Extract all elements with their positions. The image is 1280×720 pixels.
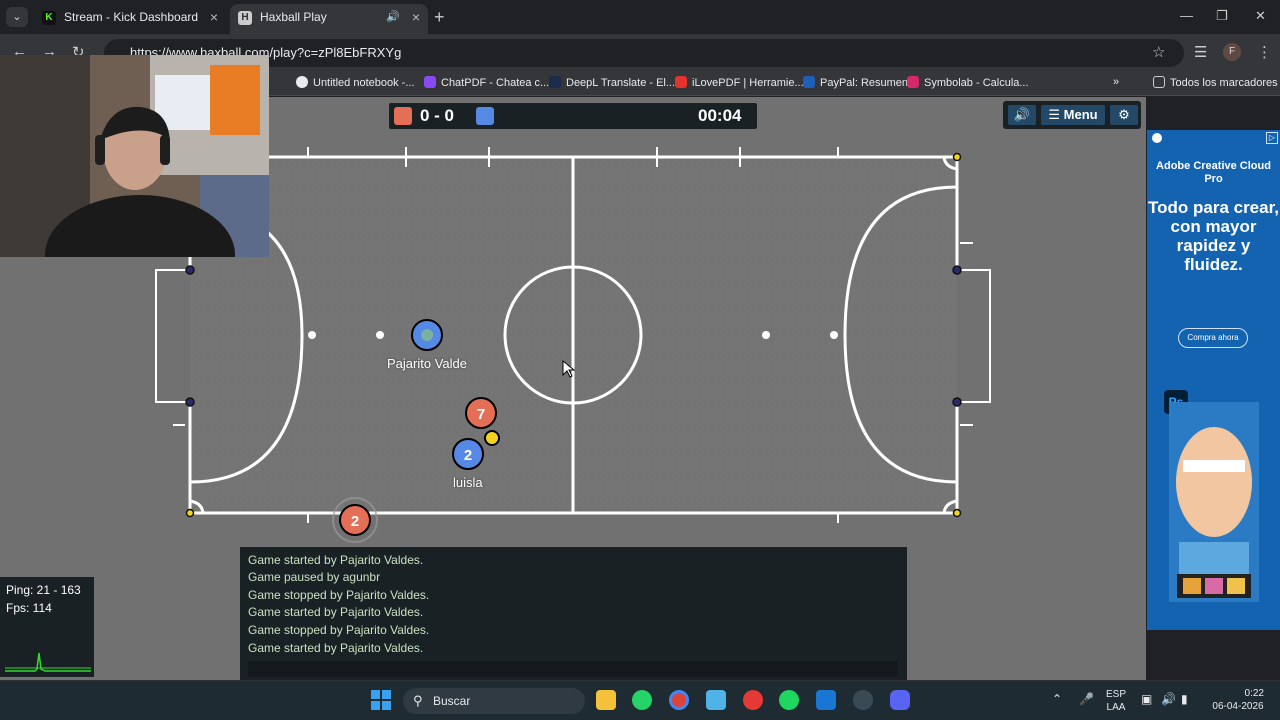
all-bookmarks-folder[interactable]: Todos los marcadores (1153, 76, 1278, 89)
ad-brand: Adobe Creative Cloud Pro (1156, 160, 1271, 185)
network-stats: Ping: 21 - 163 Fps: 114 (0, 577, 94, 677)
bookmark-paypal[interactable]: PayPal: Resumen (803, 76, 908, 89)
player-red-2-self[interactable]: 2 (332, 497, 378, 543)
gear-icon: ⚙ (1118, 107, 1130, 122)
deepl-icon (549, 76, 561, 88)
notepad-icon[interactable] (706, 690, 726, 710)
bookmark-symbolab[interactable]: Symbolab - Calcula... (907, 76, 1029, 89)
adobe-ad-banner[interactable]: ▷ Adobe Creative Cloud Pro Todo para cre… (1147, 130, 1280, 630)
chatpdf-icon (424, 76, 436, 88)
chat-message: Game started by Pajarito Valdes. (248, 553, 424, 567)
chat-message: Game paused by agunbr (248, 570, 381, 584)
taskbar-search[interactable]: ⚲ Buscar (403, 688, 585, 714)
left-goal (155, 269, 190, 403)
folder-icon (1153, 76, 1165, 88)
bookmark-chatpdf[interactable]: ChatPDF - Chatea c... (424, 76, 549, 89)
symbolab-icon (907, 76, 919, 88)
chat-message: Game stopped by Pajarito Valdes. (248, 588, 430, 602)
paypal-icon (803, 76, 815, 88)
network-icon[interactable]: ▣ (1141, 693, 1152, 706)
chat-input[interactable] (248, 661, 898, 677)
tab-search-button[interactable]: ⌄ (6, 7, 28, 27)
right-goal (957, 269, 991, 403)
fps-readout: Fps: 114 (6, 601, 52, 615)
bookmark-star-icon[interactable]: ☆ (1152, 43, 1165, 61)
ball (484, 430, 500, 446)
windows-taskbar: ⚲ Buscar ⌃ 🎤 ESP LAA ▣ 🔊 ▮ 0:22 06-04-20… (0, 680, 1280, 720)
maximize-button[interactable]: ❐ (1216, 8, 1228, 24)
settings-button[interactable]: ⚙ (1110, 105, 1138, 125)
player-name-label: Pajarito Valde (387, 356, 467, 371)
red-team-icon (394, 107, 412, 125)
haxball-icon: H (238, 11, 252, 25)
bookmark-ilovepdf[interactable]: iLovePDF | Herramie... (675, 76, 804, 89)
volume-icon[interactable]: 🔊 (1161, 693, 1176, 706)
hamburger-icon: ☰ (1048, 107, 1061, 122)
fps-graph (5, 652, 91, 672)
profile-avatar[interactable]: F (1223, 43, 1241, 61)
more-bookmarks-icon[interactable]: » (1113, 76, 1119, 88)
chat-message: Game started by Pajarito Valdes. (248, 605, 424, 619)
score-display: 0 - 0 (420, 106, 455, 125)
close-icon[interactable]: × (210, 4, 218, 30)
bookmark-deepl[interactable]: DeepL Translate - El... (549, 76, 675, 89)
chat-message: Game stopped by Pajarito Valdes. (248, 623, 430, 637)
whatsapp-icon[interactable] (632, 690, 652, 710)
tab-kick-dashboard[interactable]: K Stream - Kick Dashboard × (34, 4, 226, 34)
new-tab-button[interactable]: + (434, 8, 445, 26)
battery-icon[interactable]: ▮ (1181, 693, 1188, 706)
player-number: 2 (464, 447, 472, 464)
menu-button[interactable]: ☰ Menu (1041, 105, 1105, 125)
game-top-controls: 🔊 ☰ Menu ⚙ (1003, 101, 1141, 129)
player-luisla[interactable]: 2 (452, 438, 484, 470)
tab-strip: ⌄ K Stream - Kick Dashboard × H Haxball … (0, 0, 1280, 34)
more-menu-icon[interactable]: ⋮ (1257, 43, 1272, 61)
obs-record-icon[interactable] (743, 690, 763, 710)
language-indicator[interactable]: ESP LAA (1106, 688, 1126, 714)
ad-cta-button[interactable]: Compra ahora (1178, 328, 1248, 348)
media-controls-icon[interactable]: ☰ (1194, 43, 1207, 61)
webcam-feed-image (0, 55, 269, 257)
ad-headline: Todo para crear, con mayor rapidez y flu… (1147, 198, 1279, 274)
notebook-icon (296, 76, 308, 88)
webcam-overlay (0, 55, 269, 257)
speaker-icon[interactable]: 🔊 (386, 4, 400, 30)
speaker-icon: 🔊 (1013, 107, 1031, 122)
blue-team-icon (476, 107, 494, 125)
player-avatar-icon (421, 329, 433, 341)
ad-choices-icon[interactable]: ▷ (1266, 132, 1278, 144)
player-red-7[interactable]: 7 (465, 397, 497, 429)
bookmark-untitled-notebook[interactable]: Untitled notebook -... (296, 76, 415, 89)
player-number: 7 (477, 406, 485, 423)
tab-label: Stream - Kick Dashboard (64, 10, 199, 24)
window-close-button[interactable]: ✕ (1255, 8, 1266, 24)
ilovepdf-icon (675, 76, 687, 88)
minimize-button[interactable]: — (1180, 8, 1193, 23)
sound-toggle-button[interactable]: 🔊 (1008, 105, 1036, 125)
tab-label: Haxball Play (260, 10, 327, 24)
clock[interactable]: 0:22 06-04-2026 (1208, 687, 1268, 713)
ping-readout: Ping: 21 - 163 (6, 583, 81, 597)
outlook-icon[interactable] (816, 690, 836, 710)
close-icon[interactable]: × (412, 4, 420, 30)
tray-overflow-icon[interactable]: ⌃ (1052, 693, 1062, 706)
player-pajarito-valde[interactable] (411, 319, 443, 351)
chat-panel: Game started by Pajarito Valdes. Game pa… (240, 547, 907, 680)
player-number: 2 (351, 513, 359, 530)
microphone-icon[interactable]: 🎤 (1079, 693, 1094, 706)
chrome-icon[interactable] (669, 690, 689, 710)
search-icon: ⚲ (413, 693, 423, 708)
ad-artwork-image (1169, 402, 1259, 602)
spotify-icon[interactable] (779, 690, 799, 710)
discord-icon[interactable] (890, 690, 910, 710)
windows-start-icon[interactable] (371, 690, 391, 710)
settings-app-icon[interactable] (853, 690, 873, 710)
file-explorer-icon[interactable] (596, 690, 616, 710)
ad-info-icon[interactable] (1152, 133, 1162, 143)
kick-icon: K (42, 11, 56, 25)
player-name-label: luisla (453, 475, 483, 490)
chat-message: Game started by Pajarito Valdes. (248, 641, 424, 655)
tab-haxball-play[interactable]: H Haxball Play 🔊 × (230, 4, 428, 34)
match-timer: 00:04 (698, 106, 742, 125)
